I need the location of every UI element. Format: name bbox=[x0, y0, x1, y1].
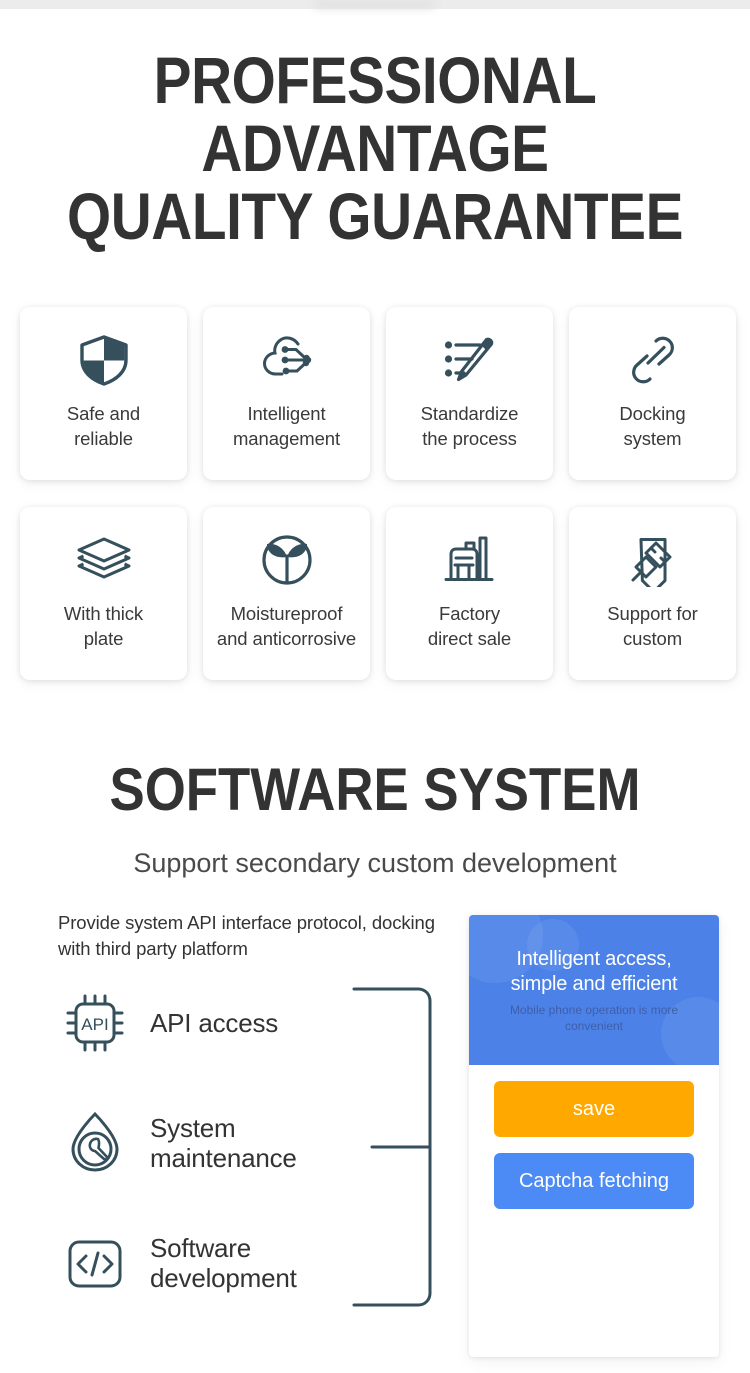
phone-preview-card: Intelligent access, simple and efficient … bbox=[469, 915, 719, 1357]
captcha-fetching-button[interactable]: Captcha fetching bbox=[494, 1153, 694, 1209]
feature-card-support-for-custom[interactable]: Support for custom bbox=[569, 507, 736, 680]
factory-icon bbox=[439, 529, 501, 591]
chain-link-icon bbox=[622, 329, 684, 391]
feature-card-standardize-the-process[interactable]: Standardize the process bbox=[386, 307, 553, 480]
api-list-item-system-maintenance[interactable]: System maintenance bbox=[58, 1100, 448, 1186]
page-title-line-1: PROFESSIONAL bbox=[153, 43, 597, 117]
svg-text:API: API bbox=[81, 1015, 108, 1034]
list-pencil-icon bbox=[439, 329, 501, 391]
software-section-subtitle: Support secondary custom development bbox=[133, 848, 617, 878]
cloud-circuit-icon bbox=[256, 329, 318, 391]
droplet-wrench-icon bbox=[58, 1106, 132, 1180]
top-strip-highlight bbox=[315, 0, 435, 9]
feature-card-grid: Safe andreliable Intelligentmanagement bbox=[20, 307, 736, 680]
top-strip bbox=[0, 0, 750, 9]
feature-card-safe-and-reliable[interactable]: Safe and reliable bbox=[20, 307, 187, 480]
layers-icon bbox=[73, 529, 135, 591]
feature-card-moistureproof-and-anticorrosive[interactable]: Moistureproof and anticorrosive bbox=[203, 507, 370, 680]
sprout-circle-icon bbox=[256, 529, 318, 591]
feature-label: Intelligent management bbox=[233, 403, 340, 449]
api-list-item-software-development[interactable]: Software development bbox=[58, 1220, 448, 1306]
product-feature-page: PROFESSIONAL ADVANTAGE QUALITY GUARANTEE… bbox=[0, 0, 750, 1373]
api-feature-list: API API access System maintenance Softwa… bbox=[58, 980, 448, 1306]
api-description: Provide system API interface protocol, d… bbox=[58, 912, 435, 959]
phone-banner: Intelligent access, simple and efficient … bbox=[469, 915, 719, 1065]
feature-label: Support for custom bbox=[607, 603, 698, 649]
feature-card-docking-system[interactable]: Docking system bbox=[569, 307, 736, 480]
api-list-item-label: Software development bbox=[150, 1233, 297, 1293]
api-list-item-label: API access bbox=[150, 1008, 279, 1038]
save-button[interactable]: save bbox=[494, 1081, 694, 1137]
shield-icon bbox=[73, 329, 135, 391]
feature-label: Standardize the process bbox=[420, 403, 519, 449]
feature-label: Safe and reliable bbox=[66, 403, 141, 449]
feature-label: Factory direct sale bbox=[427, 603, 512, 649]
software-left-column: Provide system API interface protocol, d… bbox=[58, 910, 448, 1306]
phone-banner-subtitle: Mobile phone operation is more convenien… bbox=[509, 1002, 679, 1033]
pencil-ruler-icon bbox=[622, 529, 684, 591]
page-title: PROFESSIONAL ADVANTAGE QUALITY GUARANTEE bbox=[53, 46, 698, 250]
feature-label: With thick plate bbox=[63, 603, 144, 649]
feature-label: Docking system bbox=[619, 403, 686, 449]
phone-body: save Captcha fetching bbox=[469, 1065, 719, 1209]
api-list-item-label: System maintenance bbox=[150, 1113, 297, 1173]
feature-label: Moistureproof and anticorrosive bbox=[216, 603, 357, 649]
feature-card-intelligent-management[interactable]: Intelligent management bbox=[203, 307, 370, 480]
page-title-line-2: ADVANTAGE bbox=[201, 111, 549, 185]
software-section-title: SOFTWARE SYSTEM bbox=[109, 756, 641, 823]
api-chip-icon: API bbox=[58, 986, 132, 1060]
page-title-line-3: QUALITY GUARANTEE bbox=[66, 179, 684, 253]
phone-banner-title: Intelligent access, simple and efficient bbox=[510, 947, 678, 995]
feature-card-with-thick-plate[interactable]: With thick plate bbox=[20, 507, 187, 680]
api-list-item-api-access[interactable]: API API access bbox=[58, 980, 448, 1066]
feature-card-factory-direct-sale[interactable]: Factory direct sale bbox=[386, 507, 553, 680]
code-brackets-icon bbox=[58, 1226, 132, 1300]
